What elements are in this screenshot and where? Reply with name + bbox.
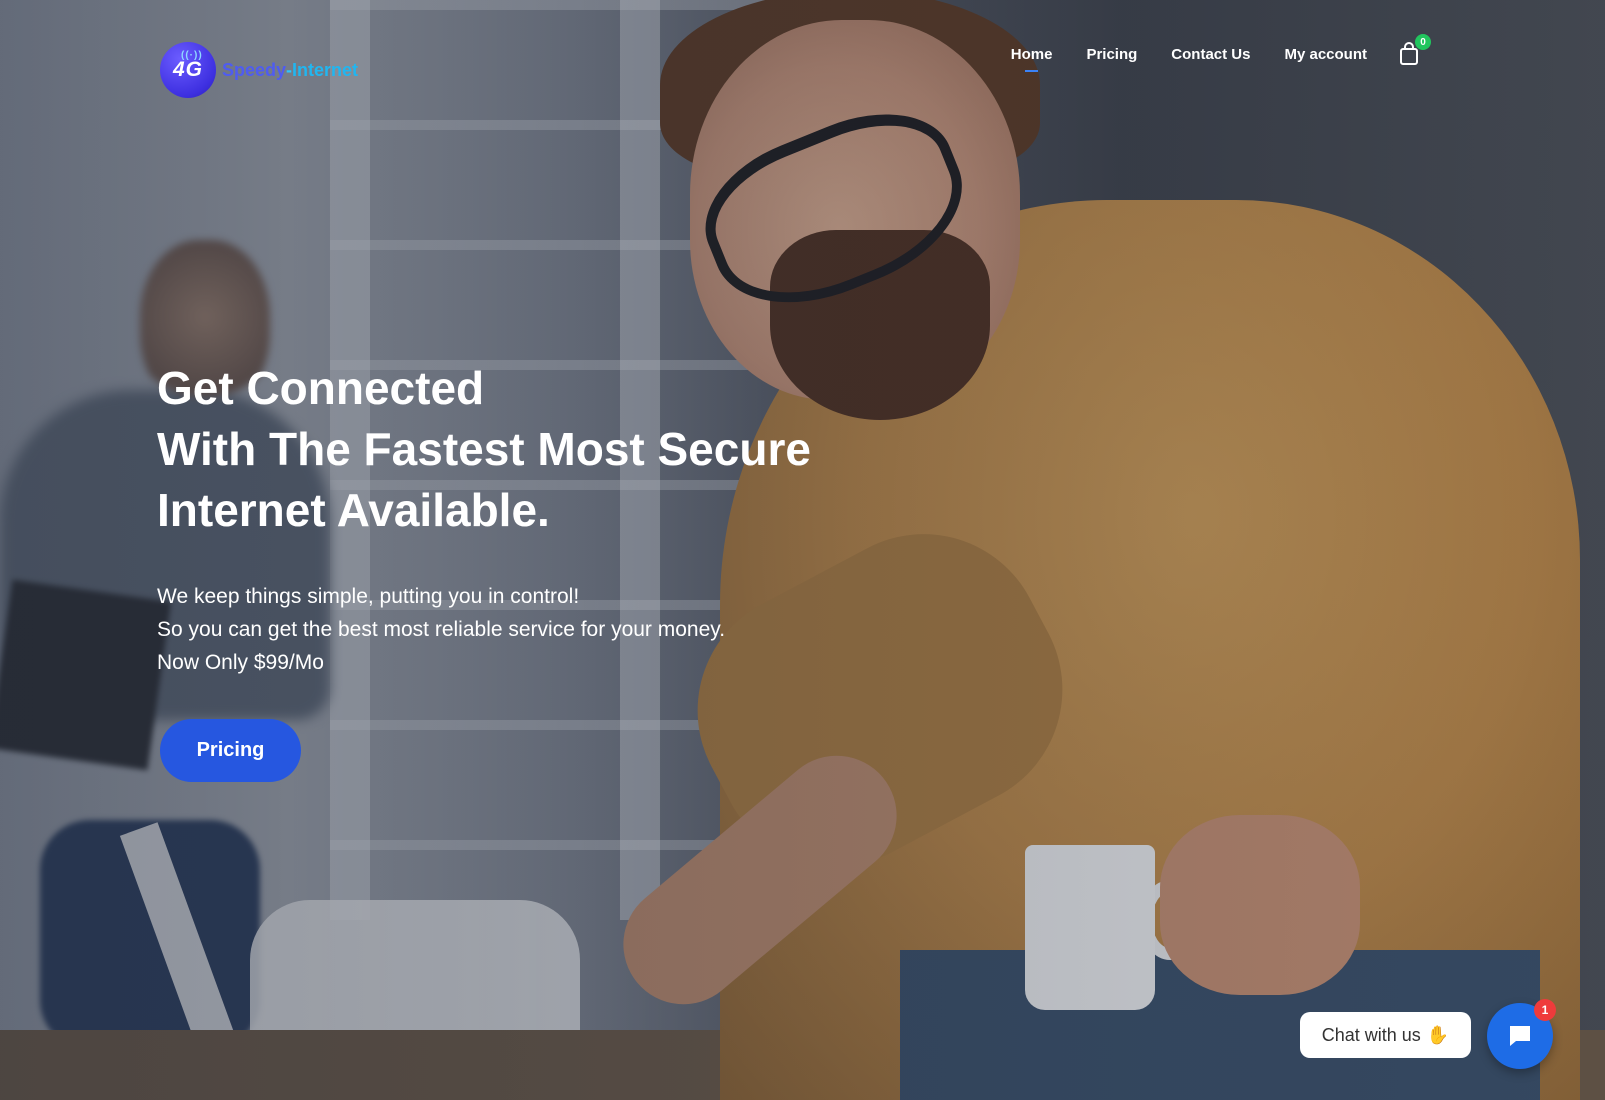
pricing-cta-button[interactable]: Pricing bbox=[160, 719, 301, 782]
chat-prompt[interactable]: Chat with us ✋ bbox=[1300, 1012, 1471, 1058]
logo-name-part2: Internet bbox=[292, 59, 359, 80]
main-navigation: Home Pricing Contact Us My account 0 bbox=[977, 34, 1431, 72]
hero-background-image bbox=[0, 0, 1605, 1100]
nav-pricing[interactable]: Pricing bbox=[1086, 46, 1137, 63]
hero-subtitle-line: So you can get the best most reliable se… bbox=[157, 618, 726, 641]
dark-overlay bbox=[0, 0, 1605, 1100]
hero-title: Get Connected With The Fastest Most Secu… bbox=[157, 358, 857, 541]
logo-wordmark: Speedy-Internet bbox=[222, 60, 358, 81]
cart-count-badge: 0 bbox=[1415, 34, 1431, 50]
hero-subtitle: We keep things simple, putting you in co… bbox=[157, 580, 725, 679]
cart-button[interactable]: 0 bbox=[1399, 34, 1431, 66]
hero-title-line: Internet Available. bbox=[157, 484, 550, 536]
signal-icon: ((·)) bbox=[181, 50, 203, 61]
site-logo[interactable]: ((·)) 4G Speedy-Internet bbox=[160, 42, 358, 98]
hero-price-line: Now Only $99/Mo bbox=[157, 651, 324, 674]
logo-badge-text: 4G bbox=[172, 58, 203, 81]
logo-name-part1: Speedy bbox=[222, 59, 287, 80]
hero-title-line: With The Fastest Most Secure bbox=[157, 423, 811, 475]
nav-my-account[interactable]: My account bbox=[1284, 46, 1367, 63]
nav-contact-us[interactable]: Contact Us bbox=[1171, 46, 1250, 63]
chat-prompt-label: Chat with us bbox=[1321, 1024, 1421, 1045]
waving-hand-icon: ✋ bbox=[1426, 1024, 1450, 1045]
hero-subtitle-line: We keep things simple, putting you in co… bbox=[157, 585, 580, 608]
nav-home[interactable]: Home bbox=[1011, 46, 1052, 72]
chat-unread-badge: 1 bbox=[1534, 999, 1556, 1021]
hero-title-line: Get Connected bbox=[157, 362, 485, 414]
logo-badge: ((·)) 4G bbox=[160, 42, 216, 98]
chat-bubble-icon bbox=[1510, 1026, 1530, 1046]
